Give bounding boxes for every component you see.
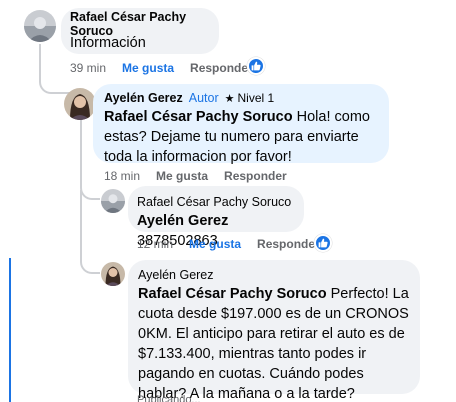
like-reaction-icon[interactable] — [247, 57, 265, 75]
avatar[interactable] — [101, 189, 125, 213]
comment-author[interactable]: Ayelén Gerez — [104, 91, 183, 105]
author-badge: Autor — [188, 91, 219, 105]
avatar-photo-icon — [101, 189, 125, 213]
comment-bubble: Rafael César Pachy Soruco Información — [61, 8, 219, 54]
mention-link[interactable]: Rafael César Pachy Soruco — [104, 109, 293, 125]
comment-time[interactable]: 18 min — [104, 169, 140, 183]
avatar[interactable] — [24, 10, 56, 42]
posting-status: Publicando... — [137, 394, 201, 402]
comment-author[interactable]: Rafael César Pachy Soruco — [137, 195, 291, 209]
comment-time[interactable]: 39 min — [70, 61, 106, 75]
reply-button[interactable]: Responder — [224, 169, 287, 183]
comment-text: Rafael César Pachy Soruco Hola! como est… — [104, 109, 370, 165]
like-reaction-icon[interactable] — [314, 234, 332, 252]
mention-link[interactable]: Rafael César Pachy Soruco — [138, 286, 327, 302]
comment-actions: 12 min Me gusta Responder — [137, 236, 320, 252]
like-button[interactable]: Me gusta — [122, 61, 174, 75]
reply-button[interactable]: Responder — [190, 61, 253, 75]
like-button[interactable]: Me gusta — [156, 169, 208, 183]
reply-button[interactable]: Responder — [257, 237, 320, 251]
comment-bubble: Ayelén Gerez Rafael César Pachy Soruco P… — [128, 260, 420, 402]
avatar[interactable] — [101, 262, 125, 286]
comment-time[interactable]: 12 min — [137, 237, 173, 251]
like-button[interactable]: Me gusta — [189, 237, 241, 251]
avatar-photo-icon — [64, 88, 96, 120]
comment-bubble: Rafael César Pachy Soruco Ayelén Gerez 3… — [128, 186, 304, 249]
level-badge: ★ Nivel 1 — [224, 91, 275, 105]
thread-line — [80, 190, 100, 274]
star-icon: ★ — [224, 92, 235, 105]
avatar[interactable] — [64, 88, 96, 120]
comment-bubble: Ayelén Gerez Autor ★ Nivel 1 Rafael César… — [93, 84, 389, 165]
avatar-photo-icon — [24, 10, 56, 42]
mention-link[interactable]: Ayelén Gerez — [137, 213, 228, 229]
comment-actions: 18 min Me gusta Responder — [104, 168, 287, 184]
avatar-photo-icon — [101, 262, 125, 286]
comment-text: Rafael César Pachy Soruco Perfecto! La c… — [138, 286, 409, 402]
focus-indicator — [9, 258, 11, 402]
comment-author[interactable]: Ayelén Gerez — [138, 268, 214, 282]
comment-actions: 39 min Me gusta Responder — [70, 60, 253, 76]
